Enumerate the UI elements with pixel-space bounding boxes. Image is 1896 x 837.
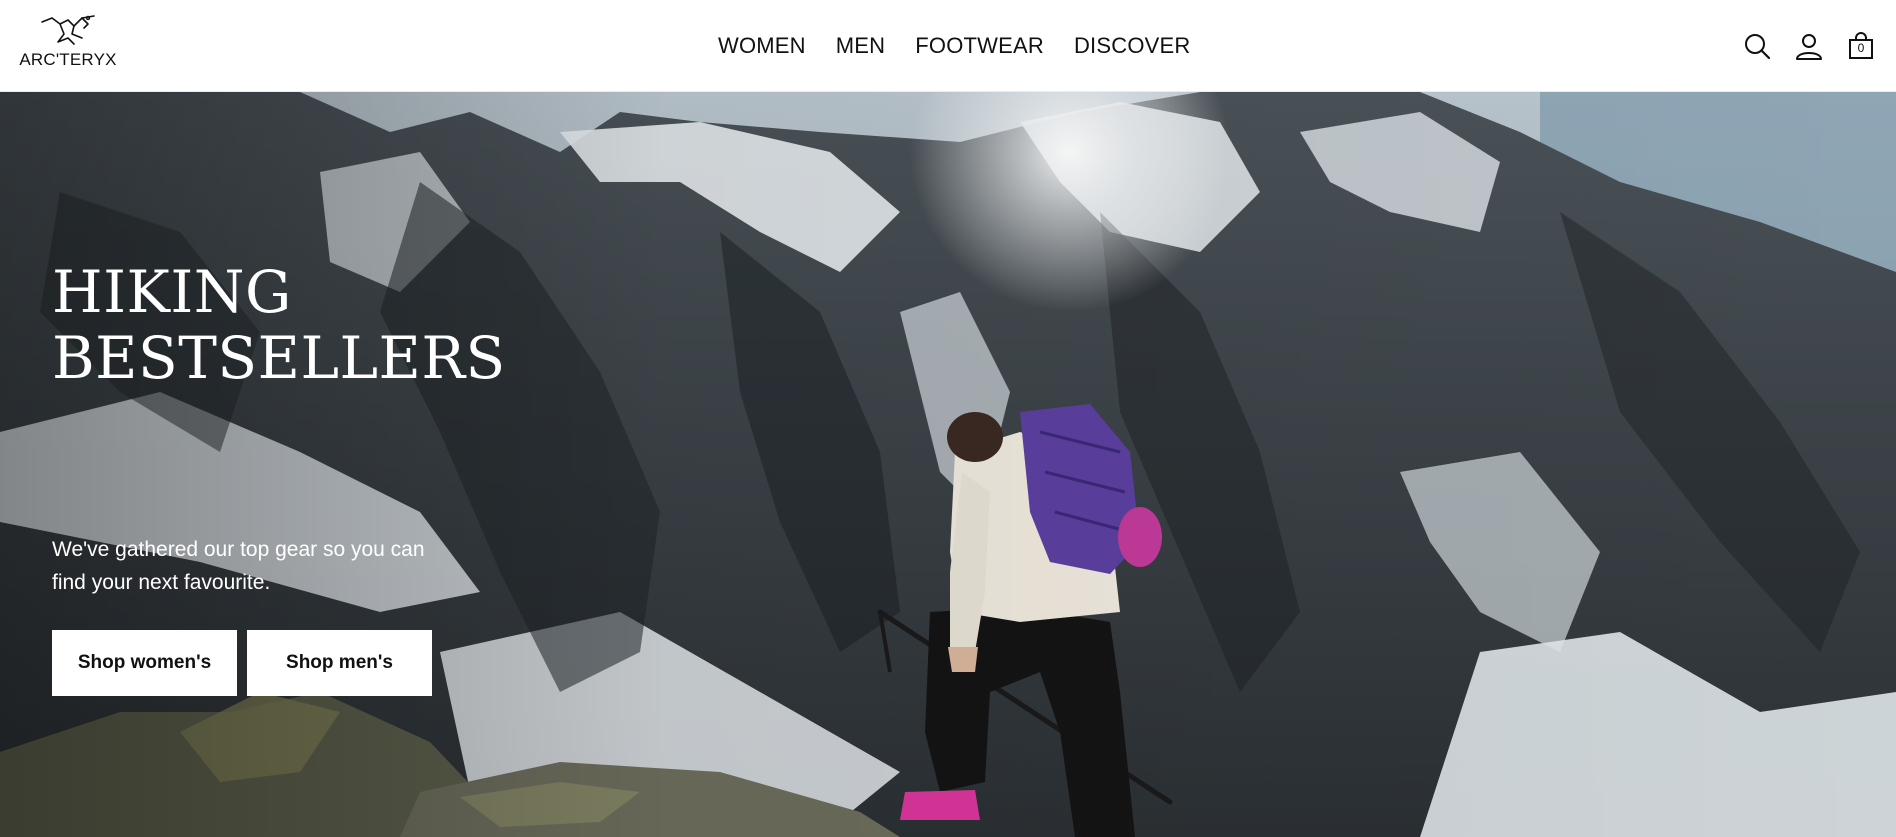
brand-name: ARC'TERYX [19,50,117,69]
hero-subtitle-line-2: find your next favourite. [52,571,271,594]
cart-button[interactable]: 0 [1846,31,1876,61]
hero-banner: HIKING BESTSELLERS We've gathered our to… [0,92,1896,837]
account-icon [1796,34,1822,60]
hero-background-image [0,92,1896,837]
hero-title-line-2: BESTSELLERS [52,324,506,392]
hero-subtitle-line-1: We've gathered our top gear so you can [52,538,425,561]
shop-womens-button[interactable]: Shop women's [52,630,237,696]
site-header: ARC'TERYX WOMEN MEN FOOTWEAR DISCOVER 0 [0,0,1896,92]
search-button[interactable] [1742,31,1772,61]
nav-item-discover[interactable]: DISCOVER [1074,33,1191,59]
search-icon [1745,34,1771,60]
hero-title-line-1: HIKING [52,258,292,326]
hero-cta-group: Shop women's Shop men's [52,630,432,696]
archaeopteryx-logo-icon [41,15,95,45]
cart-count: 0 [1857,41,1865,55]
hero-title: HIKING BESTSELLERS [52,259,506,391]
main-nav: WOMEN MEN FOOTWEAR DISCOVER [718,0,1190,92]
account-button[interactable] [1794,31,1824,61]
utility-nav: 0 [1742,0,1876,92]
nav-item-women[interactable]: WOMEN [718,33,806,59]
nav-item-footwear[interactable]: FOOTWEAR [915,33,1044,59]
brand-logo[interactable]: ARC'TERYX [19,12,117,76]
nav-item-men[interactable]: MEN [836,33,886,59]
shop-mens-button[interactable]: Shop men's [247,630,432,696]
hero-subtitle: We've gathered our top gear so you can f… [52,533,472,599]
